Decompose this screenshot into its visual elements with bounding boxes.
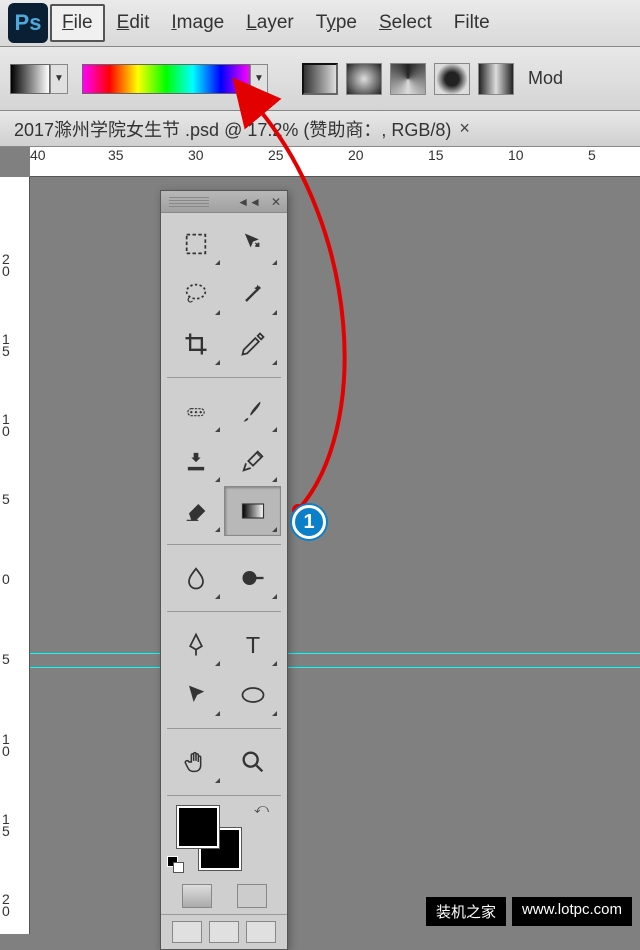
guide-line[interactable] xyxy=(30,653,640,654)
clone-stamp-tool[interactable] xyxy=(167,436,224,486)
screen-mode-1[interactable] xyxy=(172,921,202,943)
canvas[interactable] xyxy=(30,177,640,934)
close-tab-icon[interactable]: × xyxy=(459,118,470,139)
mode-label: Mod xyxy=(528,68,563,89)
quick-mask-mode[interactable] xyxy=(237,884,267,908)
menu-filter[interactable]: Filte xyxy=(444,6,500,40)
menu-image[interactable]: Image xyxy=(161,6,234,40)
gradient-swatch[interactable] xyxy=(10,64,50,94)
standard-mode[interactable] xyxy=(182,884,212,908)
workspace: 2 01 51 05051 01 52 0 xyxy=(0,177,640,934)
grip-icon xyxy=(169,197,209,207)
path-selection-tool[interactable] xyxy=(167,670,224,720)
screen-mode-2[interactable] xyxy=(209,921,239,943)
menu-select[interactable]: Select xyxy=(369,6,442,40)
linear-gradient-button[interactable] xyxy=(302,63,338,95)
close-icon[interactable]: ✕ xyxy=(271,195,281,209)
color-swatches: ⤺ xyxy=(161,798,287,878)
healing-brush-tool[interactable] xyxy=(167,386,224,436)
reflected-gradient-button[interactable] xyxy=(434,63,470,95)
document-title: 2017滁州学院女生节 .psd @ 17.2% (赞助商：, RGB/8) xyxy=(14,116,451,142)
edit-modes xyxy=(161,878,287,914)
move-tool[interactable] xyxy=(224,219,281,269)
lasso-tool[interactable] xyxy=(167,269,224,319)
gradient-dropdown[interactable]: ▼ xyxy=(50,64,68,94)
watermark-text-2: www.lotpc.com xyxy=(512,897,632,926)
dodge-tool[interactable] xyxy=(224,553,281,603)
zoom-tool[interactable] xyxy=(224,737,281,787)
gradient-picker-dropdown[interactable]: ▼ xyxy=(250,64,268,94)
annotation-badge-1: 1 xyxy=(292,505,326,539)
guide-line[interactable] xyxy=(30,667,640,668)
history-brush-tool[interactable] xyxy=(224,436,281,486)
menu-edit[interactable]: Edit xyxy=(107,6,160,40)
gradient-tool[interactable] xyxy=(224,486,281,536)
angle-gradient-button[interactable] xyxy=(390,63,426,95)
collapse-icon[interactable]: ◄◄ xyxy=(237,195,261,209)
type-tool[interactable]: T xyxy=(224,620,281,670)
default-colors-icon[interactable] xyxy=(167,856,185,874)
panel-header[interactable]: ◄◄ ✕ xyxy=(161,191,287,213)
pen-tool[interactable] xyxy=(167,620,224,670)
gradient-picker[interactable] xyxy=(82,64,250,94)
ellipse-tool[interactable] xyxy=(224,670,281,720)
menu-type[interactable]: Type xyxy=(306,6,367,40)
marquee-tool[interactable] xyxy=(167,219,224,269)
swap-colors-icon[interactable]: ⤺ xyxy=(254,800,269,817)
brush-tool[interactable] xyxy=(224,386,281,436)
options-bar: ▼ ▼ Mod xyxy=(0,47,640,111)
eraser-tool[interactable] xyxy=(167,486,224,536)
radial-gradient-button[interactable] xyxy=(346,63,382,95)
svg-text:T: T xyxy=(245,632,259,658)
screen-mode-3[interactable] xyxy=(246,921,276,943)
blur-tool[interactable] xyxy=(167,553,224,603)
tools-panel: ◄◄ ✕ T ⤺ xyxy=(160,190,288,950)
menu-bar: Ps File Edit Image Layer Type Select Fil… xyxy=(0,0,640,47)
watermark: 装机之家 www.lotpc.com xyxy=(426,897,632,926)
menu-layer[interactable]: Layer xyxy=(236,6,304,40)
hand-tool[interactable] xyxy=(167,737,224,787)
ruler-vertical[interactable]: 2 01 51 05051 01 52 0 xyxy=(0,177,30,934)
eyedropper-tool[interactable] xyxy=(224,319,281,369)
ruler-horizontal[interactable]: 403530252015105 xyxy=(30,147,640,177)
screen-modes xyxy=(161,914,287,949)
diamond-gradient-button[interactable] xyxy=(478,63,514,95)
crop-tool[interactable] xyxy=(167,319,224,369)
watermark-text-1: 装机之家 xyxy=(426,897,506,926)
magic-wand-tool[interactable] xyxy=(224,269,281,319)
ps-logo: Ps xyxy=(8,3,48,43)
document-tab[interactable]: 2017滁州学院女生节 .psd @ 17.2% (赞助商：, RGB/8) × xyxy=(0,111,640,147)
gradient-types xyxy=(302,63,514,95)
foreground-color[interactable] xyxy=(177,806,219,848)
menu-file[interactable]: File xyxy=(50,4,105,42)
